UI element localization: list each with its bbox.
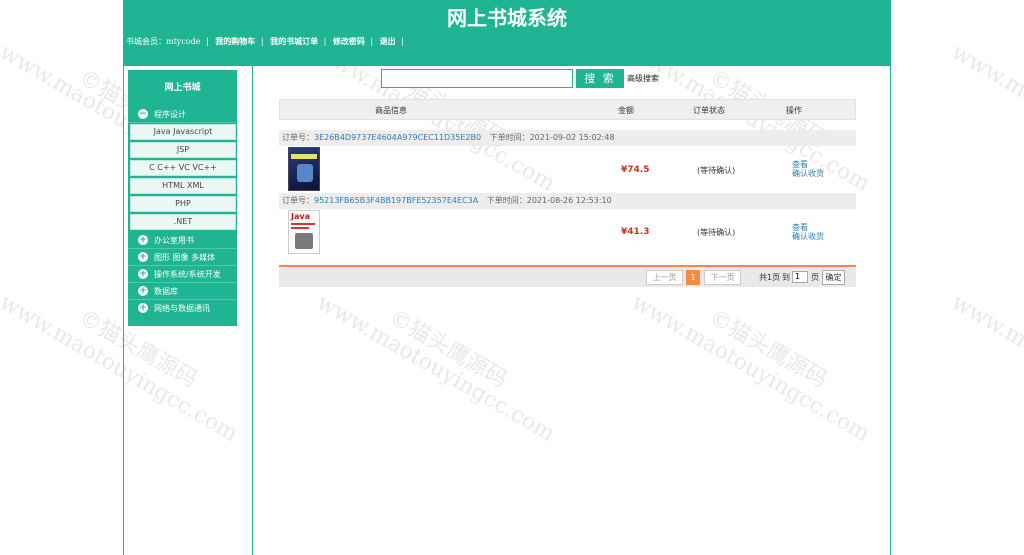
nav-change-password-link[interactable]: 修改密码 bbox=[333, 36, 365, 46]
current-page: 1 bbox=[686, 270, 700, 285]
category-sidebar: 网上书城 − 程序设计 Java Javascript JSP C C++ VC … bbox=[128, 70, 237, 326]
plus-icon: + bbox=[138, 302, 148, 313]
subcategory-c-cpp[interactable]: C C++ VC VC++ bbox=[130, 160, 236, 176]
search-button[interactable]: 搜 索 bbox=[576, 69, 624, 88]
category-os[interactable]: + 操作系统/系统开发 bbox=[128, 266, 237, 283]
order-actions: 查看 确认收货 bbox=[792, 160, 824, 178]
category-graphics[interactable]: + 图形 图像 多媒体 bbox=[128, 249, 237, 266]
subcategory-html-xml[interactable]: HTML XML bbox=[130, 178, 236, 194]
plus-icon: + bbox=[138, 285, 148, 296]
pagination: 上一页 1 下一页 共1页 到 1 页 确定 bbox=[279, 267, 856, 287]
order-amount: ¥74.5 bbox=[621, 165, 650, 175]
watermark: www.maotouyingcc.com bbox=[947, 40, 1024, 197]
subcategory-php[interactable]: PHP bbox=[130, 196, 236, 212]
goto-page-input[interactable]: 1 bbox=[792, 271, 808, 283]
goto-label: 到 bbox=[782, 273, 790, 282]
view-order-link[interactable]: 查看 bbox=[792, 160, 824, 169]
order-actions: 查看 确认收货 bbox=[792, 223, 824, 241]
page-container: 网上书城系统 书城会员：mtycode | 我的购物车 | 我的书城订单 | 修… bbox=[123, 0, 891, 555]
category-network[interactable]: + 网络与数据通讯 bbox=[128, 300, 237, 317]
plus-icon: + bbox=[138, 251, 148, 262]
subcategory-java-javascript[interactable]: Java Javascript bbox=[130, 124, 236, 140]
minus-icon: − bbox=[138, 108, 148, 119]
book-cover-image[interactable] bbox=[288, 147, 320, 191]
order-header: 订单号：3E26B4D9737E4604A979CEC11D35E2B0 下单时… bbox=[279, 130, 856, 146]
goto-confirm-button[interactable]: 确定 bbox=[822, 270, 845, 285]
category-database[interactable]: + 数据库 bbox=[128, 283, 237, 300]
confirm-receipt-link[interactable]: 确认收货 bbox=[792, 169, 824, 178]
site-header: 网上书城系统 书城会员：mtycode | 我的购物车 | 我的书城订单 | 修… bbox=[124, 0, 890, 66]
top-nav: 书城会员：mtycode | 我的购物车 | 我的书城订单 | 修改密码 | 退… bbox=[126, 36, 404, 46]
column-product-info: 商品信息 bbox=[375, 106, 407, 115]
order-header: 订单号：95213FB65B3F4BB197BFE52357E4EC3A 下单时… bbox=[279, 193, 856, 209]
plus-icon: + bbox=[138, 234, 148, 245]
subcategory-dotnet[interactable]: .NET bbox=[130, 214, 236, 230]
category-programming[interactable]: − 程序设计 bbox=[128, 106, 237, 123]
order-id-link[interactable]: 3E26B4D9737E4604A979CEC11D35E2B0 bbox=[314, 133, 481, 142]
confirm-receipt-link[interactable]: 确认收货 bbox=[792, 232, 824, 241]
search-input[interactable] bbox=[381, 69, 573, 88]
sidebar-divider bbox=[252, 66, 253, 555]
orders-table-header: 商品信息 金额 订单状态 操作 bbox=[279, 99, 856, 120]
nav-logout-link[interactable]: 退出 bbox=[380, 36, 396, 46]
next-page-button[interactable]: 下一页 bbox=[704, 270, 741, 285]
page-unit-label: 页 bbox=[811, 273, 819, 282]
subcategory-jsp[interactable]: JSP bbox=[130, 142, 236, 158]
sidebar-title: 网上书城 bbox=[164, 83, 201, 93]
category-office[interactable]: + 办公室用书 bbox=[128, 232, 237, 249]
site-title: 网上书城系统 bbox=[447, 6, 567, 30]
order-status: (等待确认) bbox=[697, 228, 736, 237]
member-label: 书城会员： bbox=[126, 37, 166, 46]
total-pages: 共1页 bbox=[759, 273, 781, 282]
prev-page-button[interactable]: 上一页 bbox=[646, 270, 683, 285]
subcategory-list: Java Javascript JSP C C++ VC VC++ HTML X… bbox=[128, 124, 237, 230]
column-amount: 金额 bbox=[618, 106, 634, 115]
view-order-link[interactable]: 查看 bbox=[792, 223, 824, 232]
book-cover-image[interactable]: Java bbox=[288, 210, 320, 254]
column-actions: 操作 bbox=[786, 106, 802, 115]
order-amount: ¥41.3 bbox=[621, 227, 650, 237]
nav-orders-link[interactable]: 我的书城订单 bbox=[270, 36, 318, 46]
nav-cart-link[interactable]: 我的购物车 bbox=[215, 36, 255, 46]
advanced-search-link[interactable]: 高级搜索 bbox=[627, 73, 659, 84]
order-status: (等待确认) bbox=[697, 166, 736, 175]
plus-icon: + bbox=[138, 268, 148, 279]
order-id-link[interactable]: 95213FB65B3F4BB197BFE52357E4EC3A bbox=[314, 196, 478, 205]
order-time: 2021-09-02 15:02:48 bbox=[529, 133, 615, 142]
column-order-status: 订单状态 bbox=[693, 106, 725, 115]
username: mtycode bbox=[166, 37, 201, 46]
watermark: www.maotouyingcc.com bbox=[947, 290, 1024, 447]
order-time: 2021-08-26 12:53:10 bbox=[526, 196, 612, 205]
